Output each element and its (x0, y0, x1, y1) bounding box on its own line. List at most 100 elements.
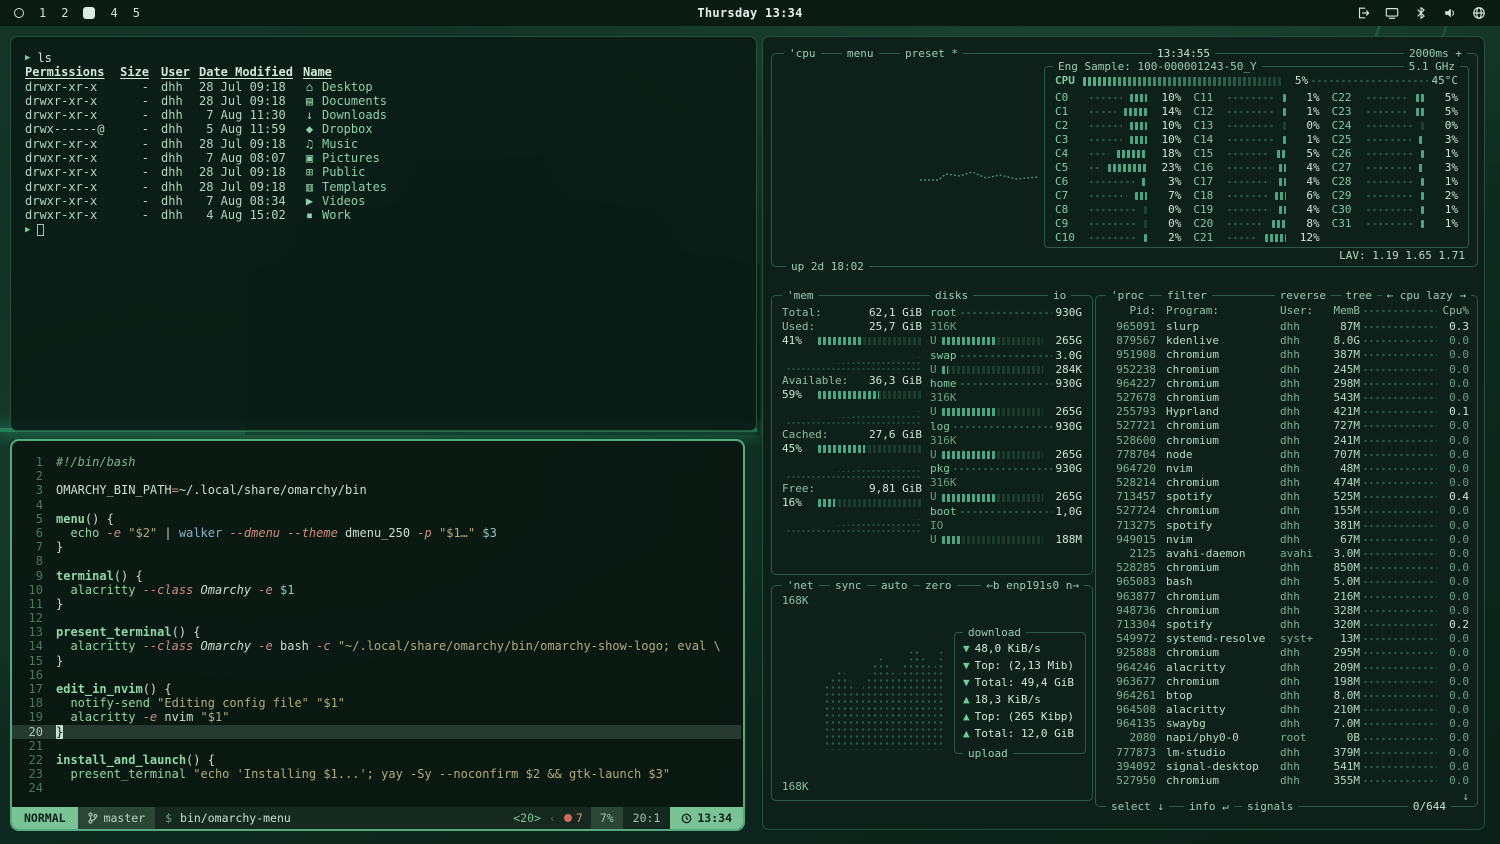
editor-line[interactable]: 4 (12, 498, 741, 512)
net-box-title[interactable]: 'net (782, 578, 819, 593)
mem-box-title[interactable]: 'mem (782, 288, 819, 303)
editor-line[interactable]: 12 (12, 611, 741, 625)
cpu-box-title[interactable]: 'cpu (784, 46, 821, 61)
process-row[interactable]: 527950chromiumdhh355M0.0 (1104, 774, 1469, 788)
workspace-button[interactable]: 4 (110, 6, 117, 20)
net-auto-toggle[interactable]: auto (876, 578, 913, 593)
header-memb[interactable]: MemB (1320, 304, 1360, 318)
workspace-button[interactable]: 1 (39, 6, 46, 20)
header-program[interactable]: Program: (1156, 304, 1272, 318)
bluetooth-icon[interactable] (1414, 6, 1428, 20)
editor-line[interactable]: 21 (12, 739, 741, 753)
editor-line[interactable]: 15} (12, 654, 741, 668)
process-row[interactable]: 549972systemd-resolvesyst+13M0.0 (1104, 632, 1469, 646)
editor-line[interactable]: 3OMARCHY_BIN_PATH=~/.local/share/omarchy… (12, 483, 741, 497)
process-row[interactable]: 527678chromiumdhh543M0.0 (1104, 391, 1469, 405)
process-row[interactable]: 964227chromiumdhh298M0.0 (1104, 377, 1469, 391)
terminal-window-ls[interactable]: ▶ ls Permissions Size User Date Modified… (10, 36, 757, 431)
header-pid[interactable]: Pid: (1104, 304, 1156, 318)
workspace-button[interactable]: 5 (133, 6, 140, 20)
editor-line[interactable]: 5menu() { (12, 512, 741, 526)
preset-button[interactable]: preset * (900, 46, 963, 61)
process-row[interactable]: 528285chromiumdhh850M0.0 (1104, 561, 1469, 575)
process-row[interactable]: 777873lm-studiodhh379M0.0 (1104, 746, 1469, 760)
editor-line[interactable]: 7} (12, 540, 741, 554)
editor-line[interactable]: 22install_and_launch() { (12, 753, 741, 767)
editor-line[interactable]: 8 (12, 554, 741, 568)
reverse-toggle[interactable]: reverse (1275, 288, 1331, 303)
process-row[interactable]: 527721chromiumdhh727M0.0 (1104, 419, 1469, 433)
editor-line[interactable]: 6 echo -e "$2" | walker --dmenu --theme … (12, 526, 741, 540)
volume-icon[interactable] (1443, 6, 1457, 20)
process-row[interactable]: 879567kdenlivedhh8.0G0.0 (1104, 334, 1469, 348)
net-interface[interactable]: ←b enp191s0 n→ (981, 578, 1084, 593)
editor-line[interactable]: 16 (12, 668, 741, 682)
file-user: dhh (149, 208, 189, 222)
process-row[interactable]: 964246alacrittydhh209M0.0 (1104, 661, 1469, 675)
net-zero-toggle[interactable]: zero (920, 578, 957, 593)
editor-buffer[interactable]: 1#!/bin/bash23OMARCHY_BIN_PATH=~/.local/… (12, 455, 741, 805)
process-row[interactable]: 948736chromiumdhh328M0.0 (1104, 604, 1469, 618)
process-row[interactable]: 528600chromiumdhh241M0.0 (1104, 434, 1469, 448)
editor-line[interactable]: 24 (12, 781, 741, 795)
process-row[interactable]: 255793Hyprlanddhh421M0.1 (1104, 405, 1469, 419)
process-row[interactable]: 2080napi/phy0-0root0B0.0 (1104, 731, 1469, 745)
editor-line[interactable]: 13present_terminal() { (12, 625, 741, 639)
net-sync-toggle[interactable]: sync (830, 578, 867, 593)
header-cpu[interactable]: Cpu% (1441, 304, 1469, 318)
screencast-icon[interactable] (1385, 6, 1399, 20)
menu-button[interactable]: menu (842, 46, 879, 61)
globe-icon[interactable] (1472, 6, 1486, 20)
btop-window[interactable]: 'cpu menu preset * 13:34:55 2000ms + Eng… (762, 36, 1485, 830)
editor-line[interactable]: 18 notify-send "Editing config file" "$1… (12, 696, 741, 710)
editor-line[interactable]: 11} (12, 597, 741, 611)
process-row[interactable]: 964261btopdhh8.0M0.0 (1104, 689, 1469, 703)
process-row[interactable]: 527724chromiumdhh155M0.0 (1104, 504, 1469, 518)
proc-box-title[interactable]: 'proc (1106, 288, 1149, 303)
editor-window-nvim[interactable]: 1#!/bin/bash23OMARCHY_BIN_PATH=~/.local/… (10, 439, 745, 831)
editor-line[interactable]: 1#!/bin/bash (12, 455, 741, 469)
disks-toggle[interactable]: disks (930, 288, 973, 303)
process-row[interactable]: 713275spotifydhh381M0.0 (1104, 519, 1469, 533)
process-row[interactable]: 713457spotifydhh525M0.4 (1104, 490, 1469, 504)
process-row[interactable]: 2125avahi-daemonavahi3.0M0.0 (1104, 547, 1469, 561)
process-row[interactable]: 778704nodedhh707M0.0 (1104, 448, 1469, 462)
editor-line[interactable]: 19 alacritty -e nvim "$1" (12, 710, 741, 724)
process-row[interactable]: 952238chromiumdhh245M0.0 (1104, 363, 1469, 377)
process-row[interactable]: 394092signal-desktopdhh541M0.0 (1104, 760, 1469, 774)
proc-sort-nav[interactable]: ← cpu lazy → (1382, 288, 1471, 303)
process-row[interactable]: 965083bashdhh5.0M0.0 (1104, 575, 1469, 589)
process-row[interactable]: 951908chromiumdhh387M0.0 (1104, 348, 1469, 362)
workspace-switcher[interactable]: 1 2 4 5 (14, 6, 140, 20)
select-hint[interactable]: select ↓ (1106, 799, 1169, 814)
filter-button[interactable]: filter (1162, 288, 1212, 303)
editor-line[interactable]: 9terminal() { (12, 569, 741, 583)
editor-line[interactable]: 14 alacritty --class Omarchy -e bash -c … (12, 639, 741, 653)
process-row[interactable]: 528214chromiumdhh474M0.0 (1104, 476, 1469, 490)
editor-line[interactable]: 23 present_terminal "echo 'Installing $1… (12, 767, 741, 781)
editor-line[interactable]: 2 (12, 469, 741, 483)
process-row[interactable]: 925888chromiumdhh295M0.0 (1104, 646, 1469, 660)
system-tray[interactable] (1356, 6, 1486, 20)
process-row[interactable]: 964135swaybgdhh7.0M0.0 (1104, 717, 1469, 731)
logout-icon[interactable] (1356, 6, 1370, 20)
process-row[interactable]: 963677chromiumdhh198M0.0 (1104, 675, 1469, 689)
process-row[interactable]: 713304spotifydhh320M0.2 (1104, 618, 1469, 632)
workspace-button[interactable]: 2 (61, 6, 68, 20)
editor-line[interactable]: 20} (12, 725, 741, 739)
workspace-circle-icon[interactable] (14, 8, 24, 18)
tree-toggle[interactable]: tree (1341, 288, 1378, 303)
process-row[interactable]: 965091slurpdhh87M0.3 (1104, 320, 1469, 334)
editor-line[interactable]: 17edit_in_nvim() { (12, 682, 741, 696)
info-hint[interactable]: info ↵ (1184, 799, 1234, 814)
process-row[interactable]: 963877chromiumdhh216M0.0 (1104, 590, 1469, 604)
workspace-active-indicator[interactable] (83, 7, 95, 19)
header-user[interactable]: User: (1272, 304, 1320, 318)
process-row[interactable]: 949015nvimdhh67M0.0 (1104, 533, 1469, 547)
process-row[interactable]: 964720nvimdhh48M0.0 (1104, 462, 1469, 476)
process-row[interactable]: 964508alacrittydhh210M0.0 (1104, 703, 1469, 717)
signals-hint[interactable]: signals (1242, 799, 1298, 814)
io-toggle[interactable]: io (1048, 288, 1071, 303)
scroll-down-indicator[interactable]: ↓ (1462, 790, 1469, 804)
editor-line[interactable]: 10 alacritty --class Omarchy -e $1 (12, 583, 741, 597)
